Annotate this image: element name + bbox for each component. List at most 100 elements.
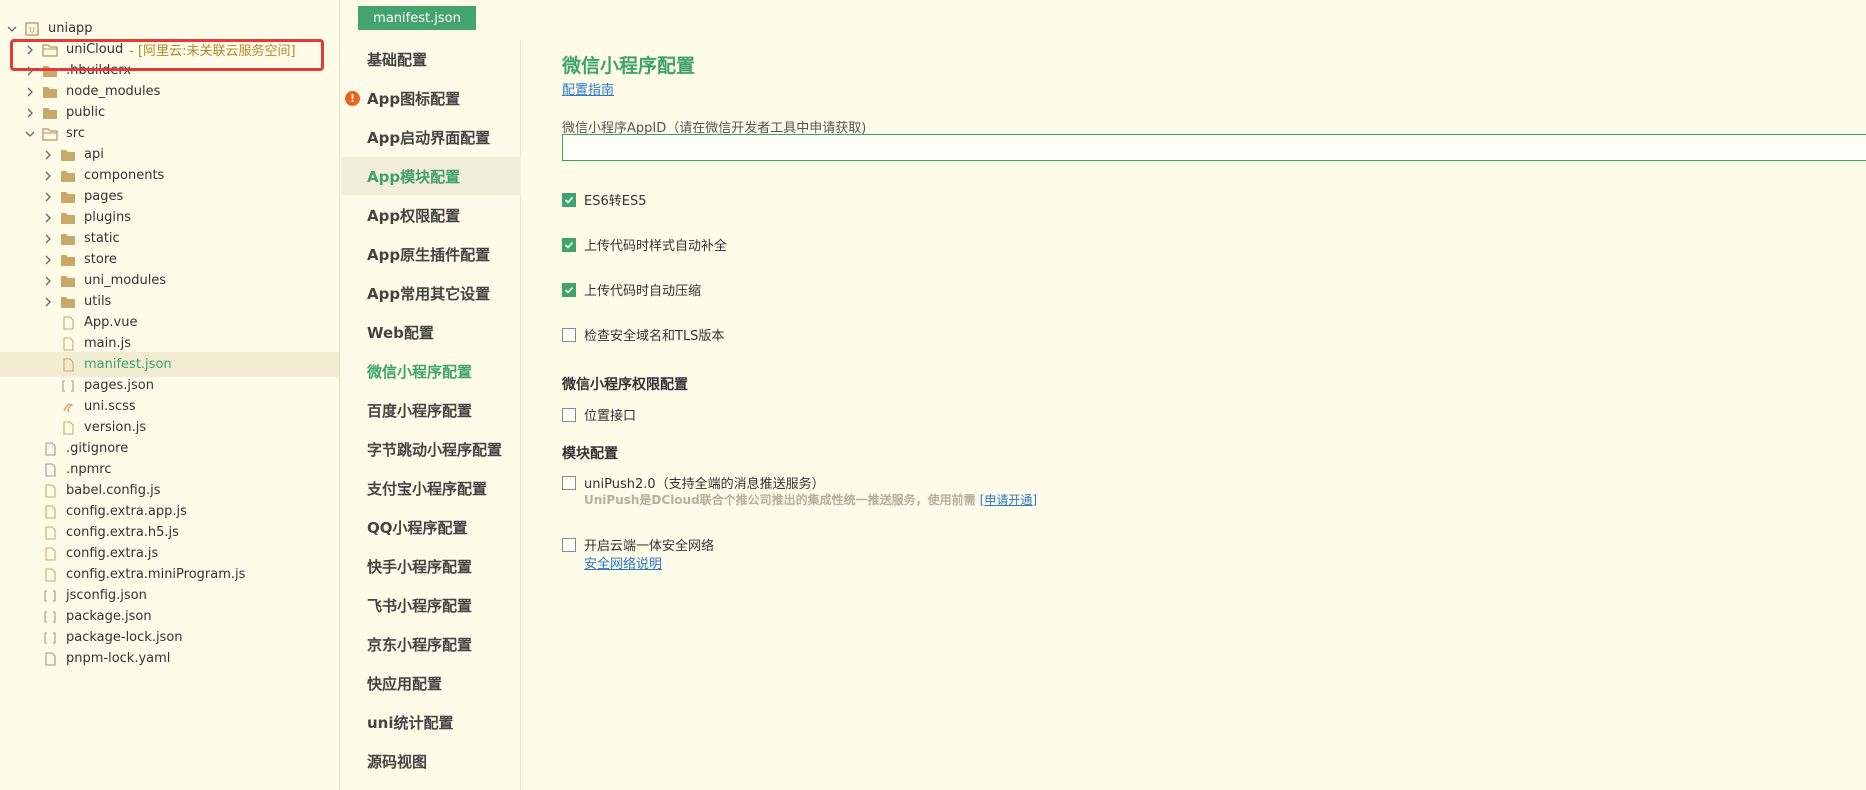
permission-section-title: 微信小程序权限配置 [562,377,688,393]
minify-checkbox-row[interactable]: 上传代码时自动压缩 [562,280,701,299]
chevron-right-icon[interactable] [24,107,36,119]
tree-item-label: jsconfig.json [66,588,147,603]
nav-item-label: 源码视图 [367,752,428,771]
nav-item[interactable]: 基础配置 [341,40,521,78]
chevron-right-icon[interactable] [42,254,54,266]
chevron-down-icon[interactable] [6,23,18,35]
chevron-right-icon[interactable] [42,275,54,287]
nav-item[interactable]: 微信小程序配置 [341,352,521,390]
unipush-label: uniPush2.0（支持全端的消息推送服务） [584,477,825,492]
js-file-icon [42,525,58,540]
js-file-icon [42,483,58,498]
unipush-checkbox[interactable] [562,475,576,490]
folder-icon [60,190,76,204]
page-title: 微信小程序配置 [562,55,696,77]
chevron-right-icon[interactable] [42,191,54,203]
nav-item[interactable]: App常用其它设置 [341,274,521,312]
nav-item-label: 快应用配置 [367,674,443,693]
nav-item[interactable]: App原生插件配置 [341,235,521,273]
nav-item-label: 飞书小程序配置 [367,596,473,615]
nav-item[interactable]: 快手小程序配置 [341,547,521,585]
check-domain-checkbox-row[interactable]: 检查安全域名和TLS版本 [562,325,724,344]
file-icon [42,651,58,666]
minify-checkbox[interactable] [562,282,576,297]
nav-item[interactable]: QQ小程序配置 [341,508,521,546]
nav-item[interactable]: App权限配置 [341,196,521,234]
nav-item[interactable]: ! App图标配置 [341,79,521,117]
tree-item-label: uni_modules [84,273,167,288]
tree-item-label: main.js [84,336,131,351]
tree-item-label: uniapp [48,21,93,36]
tree-item-label: src [66,126,85,141]
file-icon [42,441,58,456]
location-checkbox-row[interactable]: 位置接口 [562,405,636,424]
secure-network-doc-link[interactable]: 安全网络说明 [584,553,662,572]
nav-item[interactable]: 快应用配置 [341,664,521,702]
nav-item-label: Web配置 [367,323,434,342]
tree-item-label: static [84,231,120,246]
tree-item-label: package.json [66,609,152,624]
apply-open-link[interactable]: [申请开通] [980,493,1037,507]
check-domain-label: 检查安全域名和TLS版本 [584,329,725,344]
nav-item-label: 百度小程序配置 [367,401,473,420]
autoprefix-checkbox-row[interactable]: 上传代码时样式自动补全 [562,235,727,254]
nav-item[interactable]: 支付宝小程序配置 [341,469,521,507]
check-domain-checkbox[interactable] [562,327,576,342]
project-icon: U [24,21,40,36]
nav-item[interactable]: 京东小程序配置 [341,625,521,663]
tree-item-label: config.extra.miniProgram.js [66,567,246,582]
scss-file-icon [60,400,76,414]
chevron-right-icon[interactable] [24,86,36,98]
tree-item[interactable]: pnpm-lock.yaml [0,646,339,671]
tree-item-label: utils [84,294,112,309]
tree-item-label: node_modules [66,84,161,99]
json-bracket-icon [60,379,76,393]
folder-icon [60,274,76,288]
nav-item-label: 微信小程序配置 [367,362,473,381]
chevron-right-icon[interactable] [42,149,54,161]
js-file-icon [60,336,76,351]
nav-item[interactable]: Web配置 [341,313,521,351]
tree-item-label: pages [84,189,124,204]
chevron-right-icon[interactable] [42,212,54,224]
nav-item-label: 京东小程序配置 [367,635,473,654]
tree-item-label: uni.scss [84,399,136,414]
nav-item-label: QQ小程序配置 [367,518,468,537]
tree-item-label: .gitignore [66,441,129,456]
nav-item[interactable]: 百度小程序配置 [341,391,521,429]
nav-item-label: App原生插件配置 [367,245,491,264]
tree-item-label: pnpm-lock.yaml [66,651,171,666]
secure-network-checkbox-row[interactable]: 开启云端一体安全网络 [562,535,714,554]
es6-checkbox[interactable] [562,192,576,207]
secure-network-label: 开启云端一体安全网络 [584,539,715,554]
nav-item[interactable]: App模块配置 [341,157,521,195]
nav-item[interactable]: 字节跳动小程序配置 [341,430,521,468]
chevron-right-icon[interactable] [42,296,54,308]
warning-icon: ! [345,90,360,106]
chevron-right-icon[interactable] [42,170,54,182]
autoprefix-checkbox[interactable] [562,237,576,252]
location-checkbox[interactable] [562,407,576,422]
nav-item[interactable]: 源码视图 [341,742,521,780]
unipush-checkbox-row[interactable]: uniPush2.0（支持全端的消息推送服务） [562,473,825,492]
config-guide-link[interactable]: 配置指南 [562,79,614,98]
json-file-icon [60,357,76,372]
file-tree: Uuniapp uniCloud - [阿里云:未关联云服务空间] .hbuilder… [0,0,340,790]
chevron-right-icon[interactable] [42,233,54,245]
nav-item[interactable]: uni统计配置 [341,703,521,741]
tab-manifest-json[interactable]: manifest.json [358,6,476,30]
nav-item-label: App启动界面配置 [367,128,491,147]
es6-checkbox-row[interactable]: ES6转ES5 [562,190,646,209]
appid-input[interactable] [562,134,1866,161]
folder-icon [60,148,76,162]
json-bracket-icon [42,589,58,603]
tree-item-label: .npmrc [66,462,112,477]
nav-item[interactable]: App启动界面配置 [341,118,521,156]
nav-item[interactable]: 飞书小程序配置 [341,586,521,624]
folder-icon [60,211,76,225]
svg-text:U: U [29,25,35,34]
nav-item-label: App常用其它设置 [367,284,491,303]
secure-network-checkbox[interactable] [562,537,576,552]
chevron-down-icon[interactable] [24,128,36,140]
folder-open-icon [42,127,58,141]
